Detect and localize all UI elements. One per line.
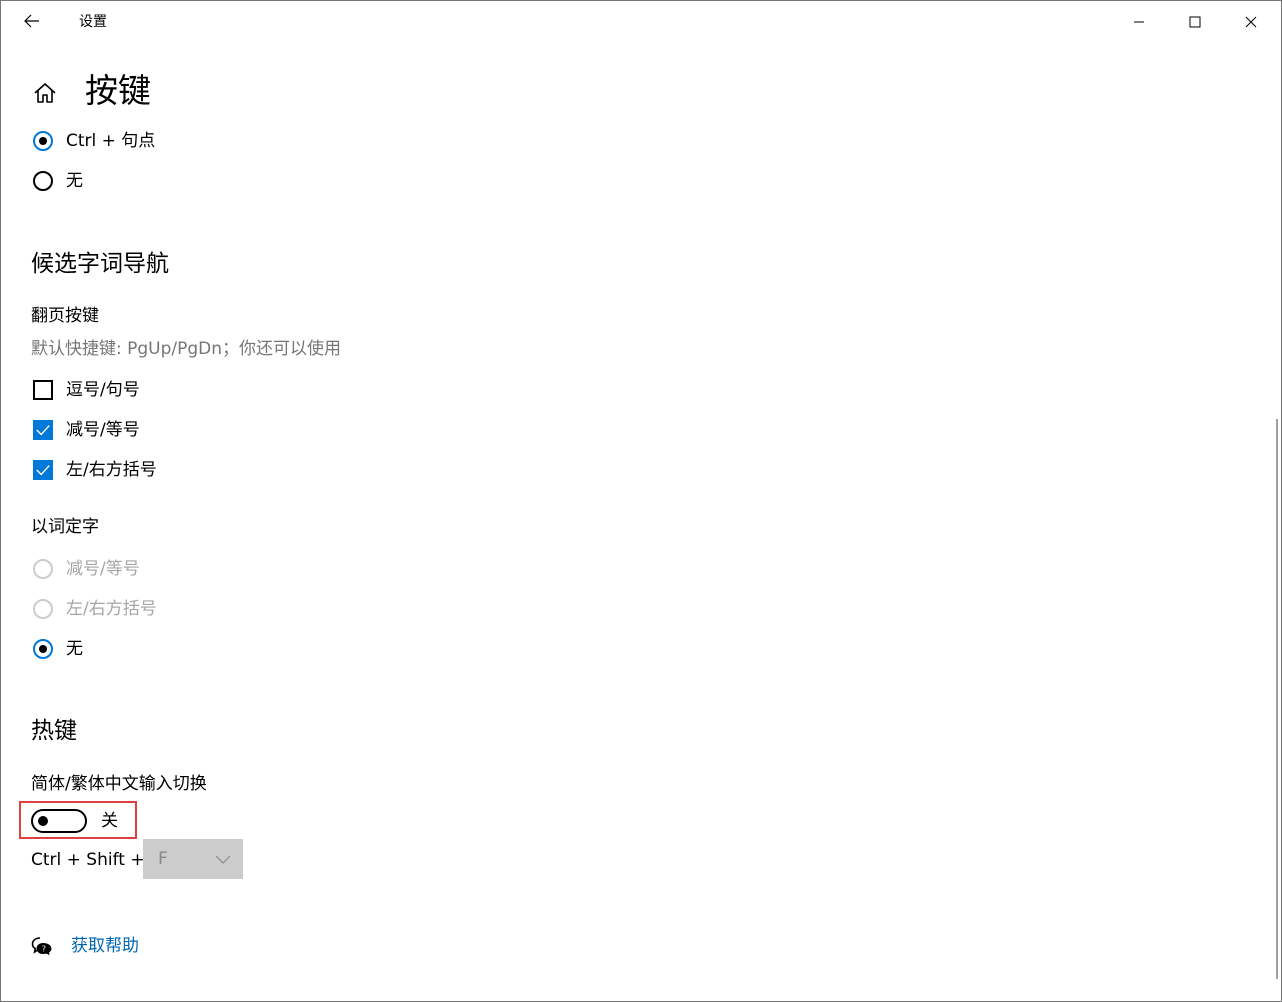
minimize-icon	[1133, 13, 1145, 32]
toggle-state-label: 关	[101, 811, 118, 831]
settings-window: 设置 按键 Ctrl + 句点 无 候选字词导航 翻页按键 默认快捷键: PgU…	[0, 0, 1282, 1002]
maximize-icon	[1189, 13, 1201, 32]
page-keys-description: 默认快捷键: PgUp/PgDn；你还可以使用	[31, 339, 342, 359]
radio-button[interactable]	[33, 559, 53, 579]
radio-option-word-brackets[interactable]: 左/右方括号	[31, 595, 157, 623]
chevron-down-icon	[215, 855, 231, 864]
page-title: 按键	[85, 71, 151, 110]
radio-label: Ctrl + 句点	[66, 131, 156, 151]
checkbox-label: 减号/等号	[66, 420, 140, 440]
checkbox-label: 逗号/句号	[66, 380, 140, 400]
checkbox[interactable]	[33, 380, 53, 400]
radio-option-ctrl-period[interactable]: Ctrl + 句点	[31, 127, 155, 155]
radio-label: 无	[66, 639, 83, 659]
get-help-link[interactable]: ? 获取帮助	[31, 933, 139, 959]
checkbox[interactable]	[33, 420, 53, 440]
simplified-traditional-toggle[interactable]	[31, 809, 87, 833]
checkbox-option-comma-period[interactable]: 逗号/句号	[31, 376, 140, 404]
close-icon	[1245, 13, 1257, 32]
dropdown-value: F	[158, 849, 168, 869]
home-icon[interactable]	[31, 79, 59, 107]
close-button[interactable]	[1223, 1, 1279, 43]
checkbox-option-minus-equal[interactable]: 减号/等号	[31, 416, 140, 444]
app-title: 设置	[79, 14, 107, 30]
checkbox-label: 左/右方括号	[66, 460, 157, 480]
back-arrow-icon	[24, 13, 40, 32]
radio-option-word-minus-equal[interactable]: 减号/等号	[31, 555, 140, 583]
radio-label: 左/右方括号	[66, 599, 157, 619]
get-help-label: 获取帮助	[71, 936, 139, 956]
page-keys-label: 翻页按键	[31, 306, 99, 326]
radio-option-none[interactable]: 无	[31, 167, 83, 195]
hotkey-key-dropdown[interactable]: F	[143, 839, 243, 879]
switch-label: 简体/繁体中文输入切换	[31, 774, 207, 794]
checkbox-option-brackets[interactable]: 左/右方括号	[31, 456, 157, 484]
title-bar: 设置	[1, 1, 1281, 43]
radio-label: 减号/等号	[66, 559, 140, 579]
section-title-hotkeys: 热键	[31, 718, 77, 744]
word-select-label: 以词定字	[31, 517, 99, 537]
checkbox[interactable]	[33, 460, 53, 480]
chat-help-icon: ?	[31, 935, 53, 957]
checkmark-icon	[36, 465, 50, 476]
radio-label: 无	[66, 171, 83, 191]
minimize-button[interactable]	[1111, 1, 1167, 43]
checkmark-icon	[36, 425, 50, 436]
back-button[interactable]	[1, 1, 63, 43]
maximize-button[interactable]	[1167, 1, 1223, 43]
section-title-candidate-nav: 候选字词导航	[31, 251, 169, 277]
hotkey-prefix: Ctrl + Shift +	[31, 850, 145, 870]
svg-text:?: ?	[42, 944, 46, 953]
radio-option-word-none[interactable]: 无	[31, 635, 83, 663]
radio-button[interactable]	[33, 171, 53, 191]
scrollbar-thumb[interactable]	[1276, 419, 1278, 979]
toggle-knob	[38, 816, 48, 826]
radio-button[interactable]	[33, 639, 53, 659]
radio-button[interactable]	[33, 131, 53, 151]
radio-button[interactable]	[33, 599, 53, 619]
